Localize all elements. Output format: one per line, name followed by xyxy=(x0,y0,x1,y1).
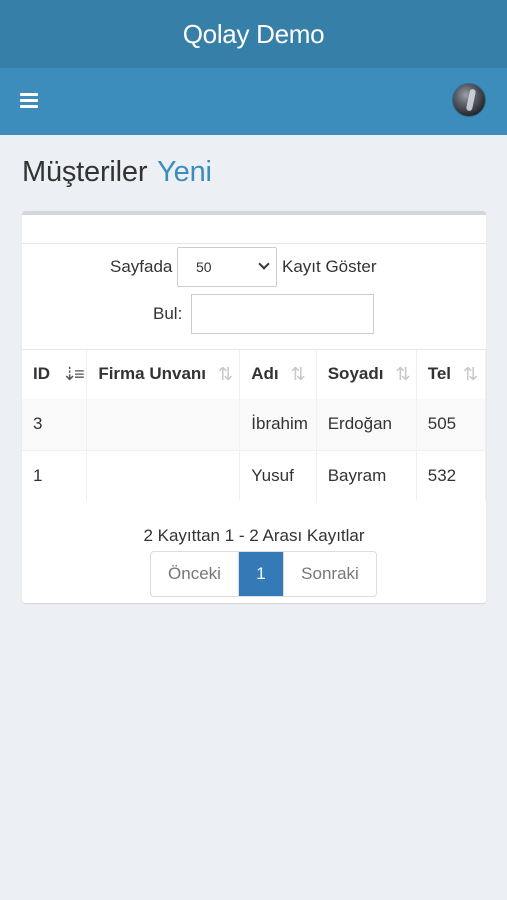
cell-id: 1 xyxy=(22,449,88,501)
page-length-control: Sayfada 50 Kayıt Göster xyxy=(22,247,486,287)
top-navbar xyxy=(0,68,507,135)
page-title: Müşteriler Yeni xyxy=(22,156,212,189)
sort-both-icon: ⇅ xyxy=(218,364,233,384)
app-title-bar: Qolay Demo xyxy=(0,0,507,68)
cell-tel: 505 xyxy=(416,399,486,450)
search-input[interactable] xyxy=(191,294,374,334)
app-title: Qolay Demo xyxy=(182,18,325,49)
customers-table-scroll[interactable]: ID ⇣≡ Firma Unvanı ⇅ Adı ⇅ Soyadı ⇅ Tel ⇅ 3 İ… xyxy=(22,349,486,501)
pagination-next-button[interactable]: Sonraki xyxy=(283,552,376,596)
search-label: Bul: xyxy=(153,304,183,323)
column-header-adi[interactable]: Adı ⇅ xyxy=(239,350,317,399)
pagination-page-1[interactable]: 1 xyxy=(239,552,283,596)
cell-id: 3 xyxy=(22,399,88,450)
length-suffix-label: Kayıt Göster xyxy=(282,257,377,276)
cell-firma-unvani xyxy=(86,399,241,450)
cell-firma-unvani xyxy=(86,449,241,501)
user-avatar[interactable] xyxy=(452,83,486,117)
sort-both-icon: ⇅ xyxy=(290,364,306,384)
customers-box: Sayfada 50 Kayıt Göster Bul: ID ⇣≡ Firma … xyxy=(22,211,486,603)
cell-soyadi: Erdoğan xyxy=(316,399,417,450)
page-length-value: 50 xyxy=(196,259,212,275)
cell-tel: 532 xyxy=(416,449,486,501)
cell-adi: Yusuf xyxy=(239,449,317,501)
search-control: Bul: xyxy=(22,294,486,334)
sort-both-icon: ⇅ xyxy=(463,364,478,384)
length-prefix-label: Sayfada xyxy=(110,257,173,276)
cell-soyadi: Bayram xyxy=(316,449,417,501)
table-row[interactable]: 1 Yusuf Bayram 532 xyxy=(22,449,486,501)
column-header-firma-unvani[interactable]: Firma Unvanı ⇅ xyxy=(86,350,241,399)
cell-adi: İbrahim xyxy=(239,399,317,450)
column-header-soyadi[interactable]: Soyadı ⇅ xyxy=(316,350,417,399)
customers-table: ID ⇣≡ Firma Unvanı ⇅ Adı ⇅ Soyadı ⇅ Tel ⇅ 3 İ… xyxy=(22,350,486,501)
column-header-id[interactable]: ID ⇣≡ xyxy=(22,350,88,399)
chevron-down-icon xyxy=(258,258,270,270)
table-header-row: ID ⇣≡ Firma Unvanı ⇅ Adı ⇅ Soyadı ⇅ Tel ⇅ xyxy=(22,350,486,399)
sort-both-icon: ⇅ xyxy=(395,364,410,384)
sort-desc-icon: ⇣≡ xyxy=(62,364,85,384)
page-length-select[interactable]: 50 xyxy=(177,247,277,287)
pagination: Önceki 1 Sonraki xyxy=(150,551,377,597)
datatable-wrapper: Sayfada 50 Kayıt Göster Bul: ID ⇣≡ Firma … xyxy=(22,243,486,603)
hamburger-menu-icon[interactable] xyxy=(20,93,38,109)
table-info-text: 2 Kayıttan 1 - 2 Arası Kayıtlar xyxy=(143,526,365,545)
pagination-prev-button[interactable]: Önceki xyxy=(151,552,239,596)
table-row[interactable]: 3 İbrahim Erdoğan 505 xyxy=(22,399,486,450)
page-subtitle: Yeni xyxy=(157,156,212,188)
column-header-tel[interactable]: Tel ⇅ xyxy=(416,350,486,399)
page-title-text: Müşteriler xyxy=(22,156,148,188)
